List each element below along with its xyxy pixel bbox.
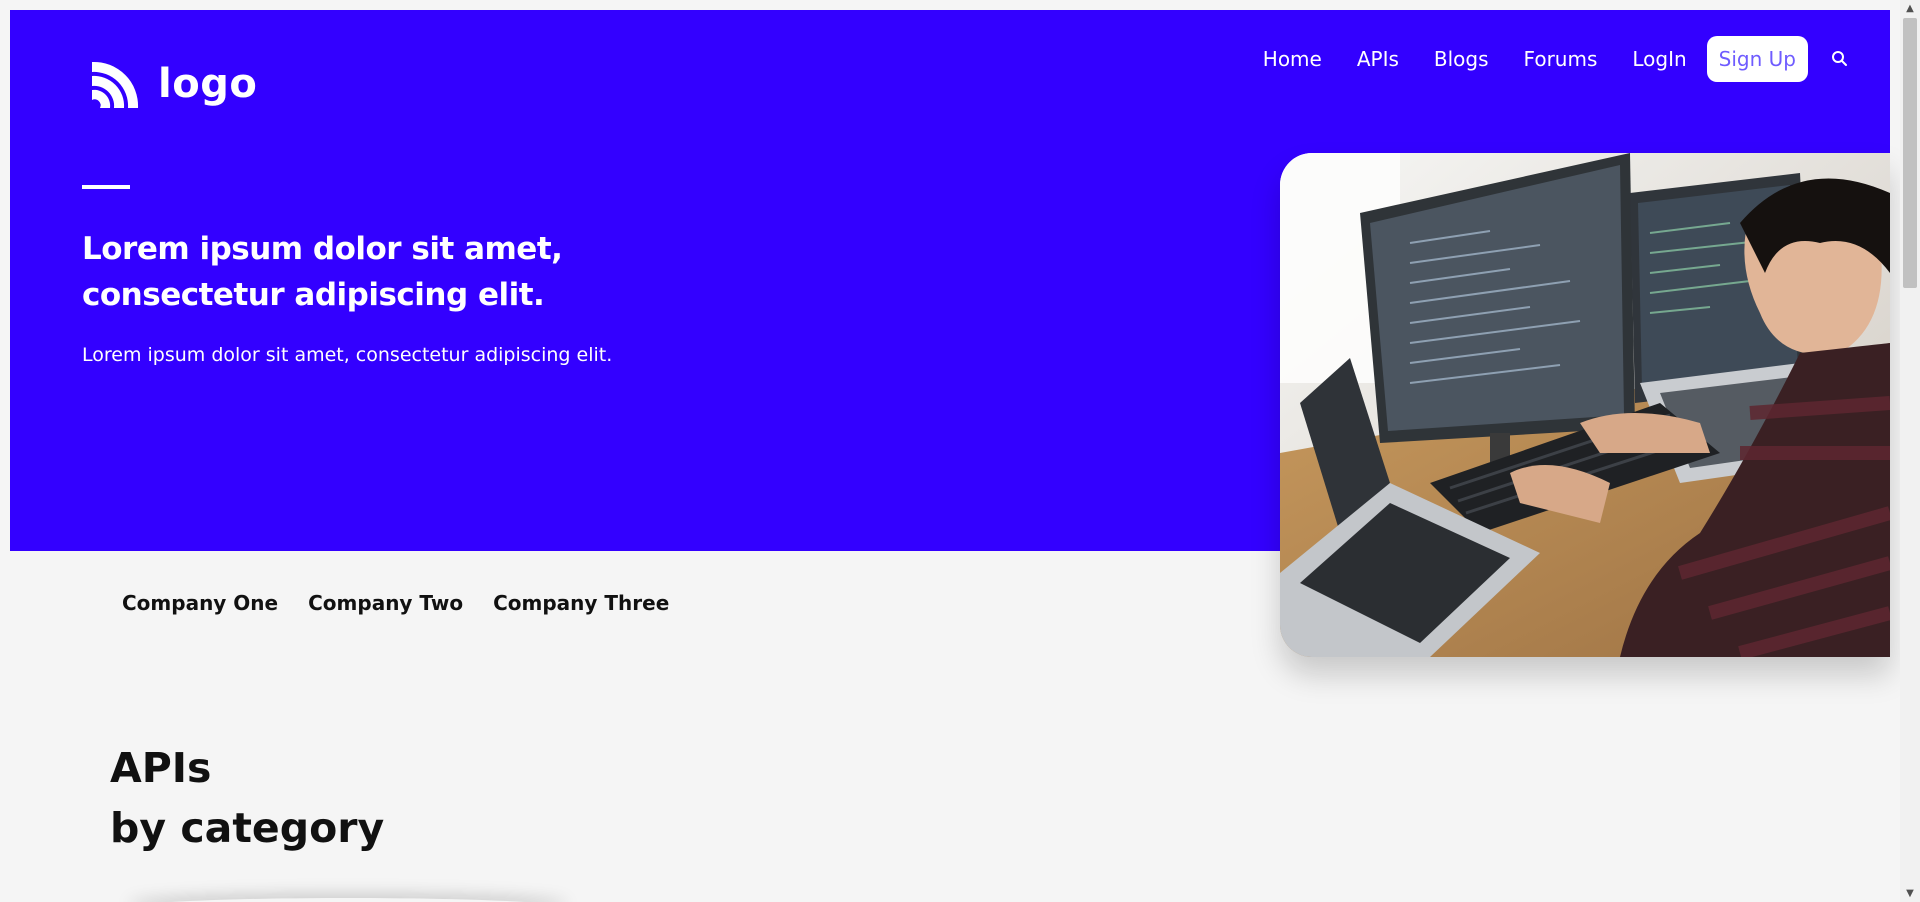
scroll-up-arrow-icon[interactable]: ▲ xyxy=(1900,0,1920,17)
company-two: Company Two xyxy=(308,591,464,615)
section-title: APIs by category xyxy=(110,738,384,858)
hero-subtitle: Lorem ipsum dolor sit amet, consectetur … xyxy=(82,344,613,366)
category-card[interactable] xyxy=(128,898,568,902)
nav-home[interactable]: Home xyxy=(1263,47,1322,71)
search-icon[interactable] xyxy=(1830,49,1850,69)
hero-photo xyxy=(1280,153,1890,657)
scroll-down-arrow-icon[interactable]: ▼ xyxy=(1900,885,1920,902)
page: logo Home APIs Blogs Forums LogIn Sign U… xyxy=(0,0,1900,902)
scroll-thumb[interactable] xyxy=(1903,18,1917,288)
company-one: Company One xyxy=(122,591,279,615)
section-title-line1: APIs xyxy=(110,744,212,792)
section-title-line2: by category xyxy=(110,804,385,852)
hero-title: Lorem ipsum dolor sit amet, consectetur … xyxy=(82,231,563,313)
nav-forums[interactable]: Forums xyxy=(1524,47,1598,71)
logo-text: logo xyxy=(158,61,258,107)
nav-login[interactable]: LogIn xyxy=(1632,47,1686,71)
signup-button[interactable]: Sign Up xyxy=(1706,36,1808,82)
accent-line xyxy=(82,185,130,189)
logo-icon xyxy=(92,61,139,108)
company-three: Company Three xyxy=(493,591,670,615)
main-nav: Home APIs Blogs Forums LogIn Sign Up xyxy=(1228,36,1850,82)
nav-blogs[interactable]: Blogs xyxy=(1434,47,1489,71)
logo[interactable]: logo xyxy=(88,56,257,112)
company-list: Company One Company Two Company Three xyxy=(122,591,699,615)
nav-apis[interactable]: APIs xyxy=(1357,47,1399,71)
scrollbar[interactable]: ▲ ▼ xyxy=(1900,0,1920,902)
developer-photo-illustration xyxy=(1280,153,1890,657)
